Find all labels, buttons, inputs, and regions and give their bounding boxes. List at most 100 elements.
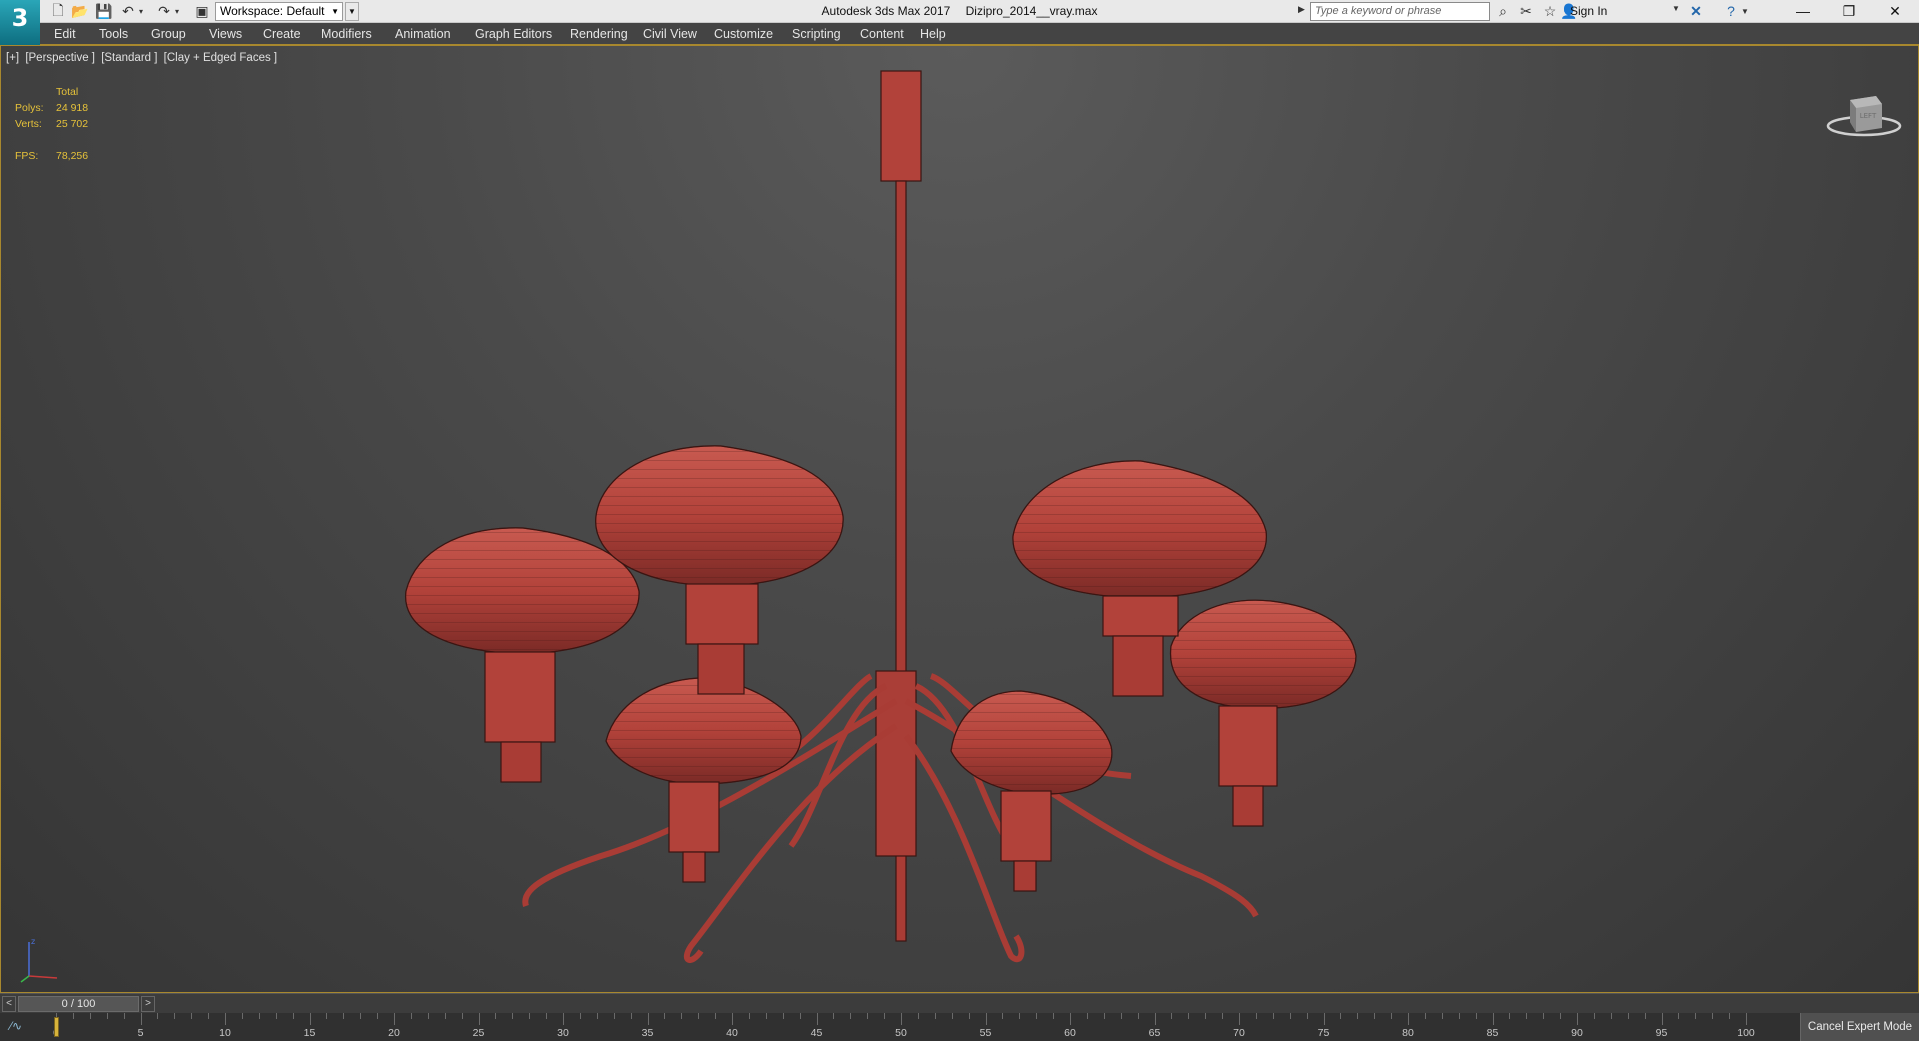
timeline-tick [1374, 1013, 1376, 1019]
app-title: Autodesk 3ds Max 2017 [821, 4, 951, 18]
menu-create[interactable]: Create [263, 27, 301, 41]
app-logo[interactable]: 3 [0, 0, 40, 45]
menu-animation[interactable]: Animation [395, 27, 451, 41]
timeline-tick [106, 1013, 108, 1019]
timeline-tick-label: 65 [1148, 1027, 1161, 1039]
timeline-tick [934, 1013, 936, 1019]
menu-help[interactable]: Help [920, 27, 946, 41]
timeline-tick [309, 1013, 311, 1025]
binoculars-icon[interactable]: ⌕ [1492, 2, 1514, 21]
menu-bar: Edit Tools Group Views Create Modifiers … [0, 23, 1919, 45]
timeline-tick-label: 30 [557, 1027, 569, 1039]
undo-icon[interactable]: ↶ [118, 2, 138, 21]
timeline-tick [326, 1013, 328, 1019]
timeline-tick [698, 1013, 700, 1019]
timeline-tick [1120, 1013, 1122, 1019]
timeline-tick [1610, 1013, 1612, 1019]
timeline-tick [765, 1013, 767, 1019]
previous-frame-button[interactable]: < [2, 996, 16, 1012]
menu-group[interactable]: Group [151, 27, 186, 41]
timeline-tick [157, 1013, 159, 1019]
menu-modifiers[interactable]: Modifiers [321, 27, 372, 41]
new-file-icon[interactable]: 🗋 [48, 2, 68, 21]
restore-button[interactable]: ❐ [1826, 0, 1872, 22]
timeline-tick [546, 1013, 548, 1019]
open-file-icon[interactable]: 📂 [70, 2, 90, 21]
curve-editor-icon[interactable]: ⁄∿ [10, 1019, 22, 1033]
timeline-tick [427, 1013, 429, 1019]
redo-icon[interactable]: ↷ [154, 2, 174, 21]
timeline-tick [72, 1013, 74, 1019]
timeline-tick-label: 60 [1064, 1027, 1076, 1039]
timeline-tick [1340, 1013, 1342, 1019]
time-slider[interactable]: 0 / 100 [18, 996, 139, 1012]
perspective-viewport[interactable]: [+] [Perspective ] [Standard ] [Clay + E… [0, 45, 1919, 993]
chandelier-model[interactable] [1, 46, 1918, 992]
menu-content[interactable]: Content [860, 27, 904, 41]
menu-customize[interactable]: Customize [714, 27, 773, 41]
timeline-tick-label: 70 [1233, 1027, 1245, 1039]
cancel-expert-mode-button[interactable]: Cancel Expert Mode [1800, 1013, 1919, 1041]
timeline-tick [123, 1013, 125, 1019]
star-icon[interactable]: ☆ [1539, 2, 1561, 21]
timeline-tick [833, 1013, 835, 1019]
help-icon[interactable]: ? [1720, 2, 1742, 21]
timeline-tick [1222, 1013, 1224, 1019]
timeline-tick [208, 1013, 210, 1019]
center-body [875, 670, 917, 857]
timeline-ruler[interactable]: 0510152025303540455055606570758085909510… [53, 1013, 1755, 1041]
timeline-tick [1255, 1013, 1257, 1019]
timeline-tick [1171, 1013, 1173, 1019]
timeline-tick [563, 1013, 564, 1025]
timeline-tick [748, 1013, 750, 1019]
menu-tools[interactable]: Tools [99, 27, 128, 41]
shade-front-center-left [595, 445, 844, 695]
next-frame-button[interactable]: > [141, 996, 155, 1012]
timeline-tick [1306, 1013, 1308, 1019]
timeline-tick-label: 25 [472, 1027, 485, 1039]
timeline-tick [444, 1013, 446, 1019]
timeline-tick-label: 100 [1737, 1027, 1755, 1039]
timeline-tick [1036, 1013, 1038, 1019]
timeline-tick [478, 1013, 480, 1025]
search-expand-icon[interactable]: ▶ [1298, 4, 1305, 15]
close-button[interactable]: ✕ [1872, 0, 1918, 22]
timeline-tick [360, 1013, 362, 1019]
timeline-tick [1560, 1013, 1562, 1019]
timeline-tick [275, 1013, 277, 1019]
redo-dropdown-icon[interactable]: ▾ [172, 2, 182, 21]
timeline-tick [1019, 1013, 1021, 1019]
workspace-selector[interactable]: Workspace: Default ▼ [215, 2, 343, 21]
search-input[interactable]: Type a keyword or phrase [1310, 2, 1490, 21]
menu-views[interactable]: Views [209, 27, 242, 41]
timeline-tick-label: 40 [726, 1027, 738, 1039]
quick-access-menu-icon[interactable]: ▼ [345, 2, 359, 21]
minimize-button[interactable]: — [1780, 0, 1826, 22]
chevron-down-icon[interactable]: ▼ [1740, 2, 1750, 21]
ceiling-canopy [880, 70, 922, 182]
timeline-tick [596, 1013, 598, 1019]
timeline-tick [1272, 1013, 1274, 1019]
timeline-tick-label: 90 [1571, 1027, 1583, 1039]
timeline-tick [1053, 1013, 1055, 1019]
timeline-tick [1391, 1013, 1393, 1019]
current-frame-marker[interactable] [54, 1017, 59, 1037]
timeline-tick [292, 1013, 294, 1019]
menu-edit[interactable]: Edit [54, 27, 76, 41]
project-folder-icon[interactable]: ▣ [192, 2, 212, 21]
timeline-tick-label: 15 [303, 1027, 316, 1039]
undo-dropdown-icon[interactable]: ▾ [136, 2, 146, 21]
exchange-apps-icon[interactable]: ✕ [1685, 2, 1707, 21]
menu-rendering[interactable]: Rendering [570, 27, 628, 41]
timeline-tick [89, 1013, 91, 1019]
communication-center-icon[interactable]: ✂ [1515, 2, 1537, 21]
menu-civil-view[interactable]: Civil View [643, 27, 697, 41]
chevron-down-icon[interactable]: ▼ [1672, 4, 1680, 13]
menu-scripting[interactable]: Scripting [792, 27, 841, 41]
save-file-icon[interactable]: 💾 [94, 2, 114, 21]
timeline-tick-label: 80 [1402, 1027, 1414, 1039]
track-bar[interactable]: ⁄∿ 0510152025303540455055606570758085909… [0, 1013, 1800, 1041]
timeline-tick [1103, 1013, 1105, 1019]
sign-in-button[interactable]: Sign In [1570, 4, 1607, 18]
menu-graph-editors[interactable]: Graph Editors [475, 27, 552, 41]
